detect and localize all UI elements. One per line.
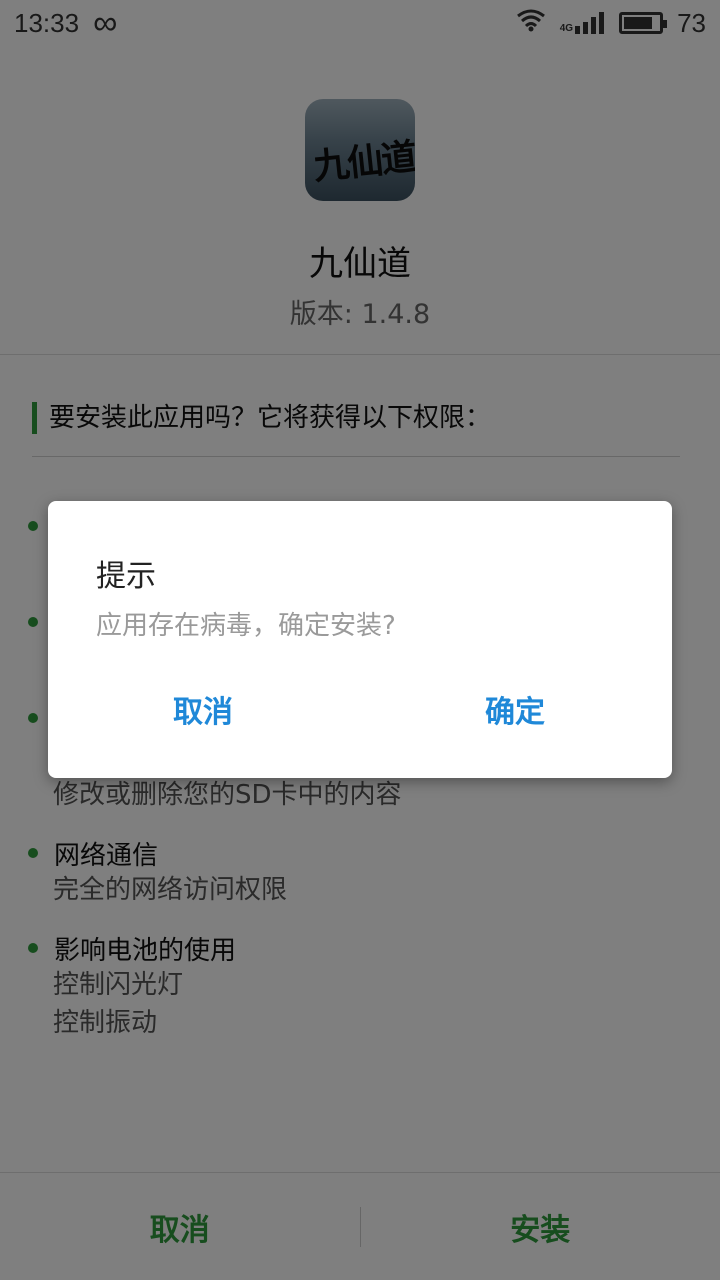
- dialog-confirm-button[interactable]: 确定: [415, 687, 615, 731]
- dialog-cancel-button[interactable]: 取消: [103, 687, 303, 731]
- dialog-title: 提示: [96, 559, 156, 594]
- virus-warning-dialog: 提示 应用存在病毒，确定安装? 取消 确定: [48, 501, 672, 778]
- dialog-message: 应用存在病毒，确定安装?: [96, 611, 396, 641]
